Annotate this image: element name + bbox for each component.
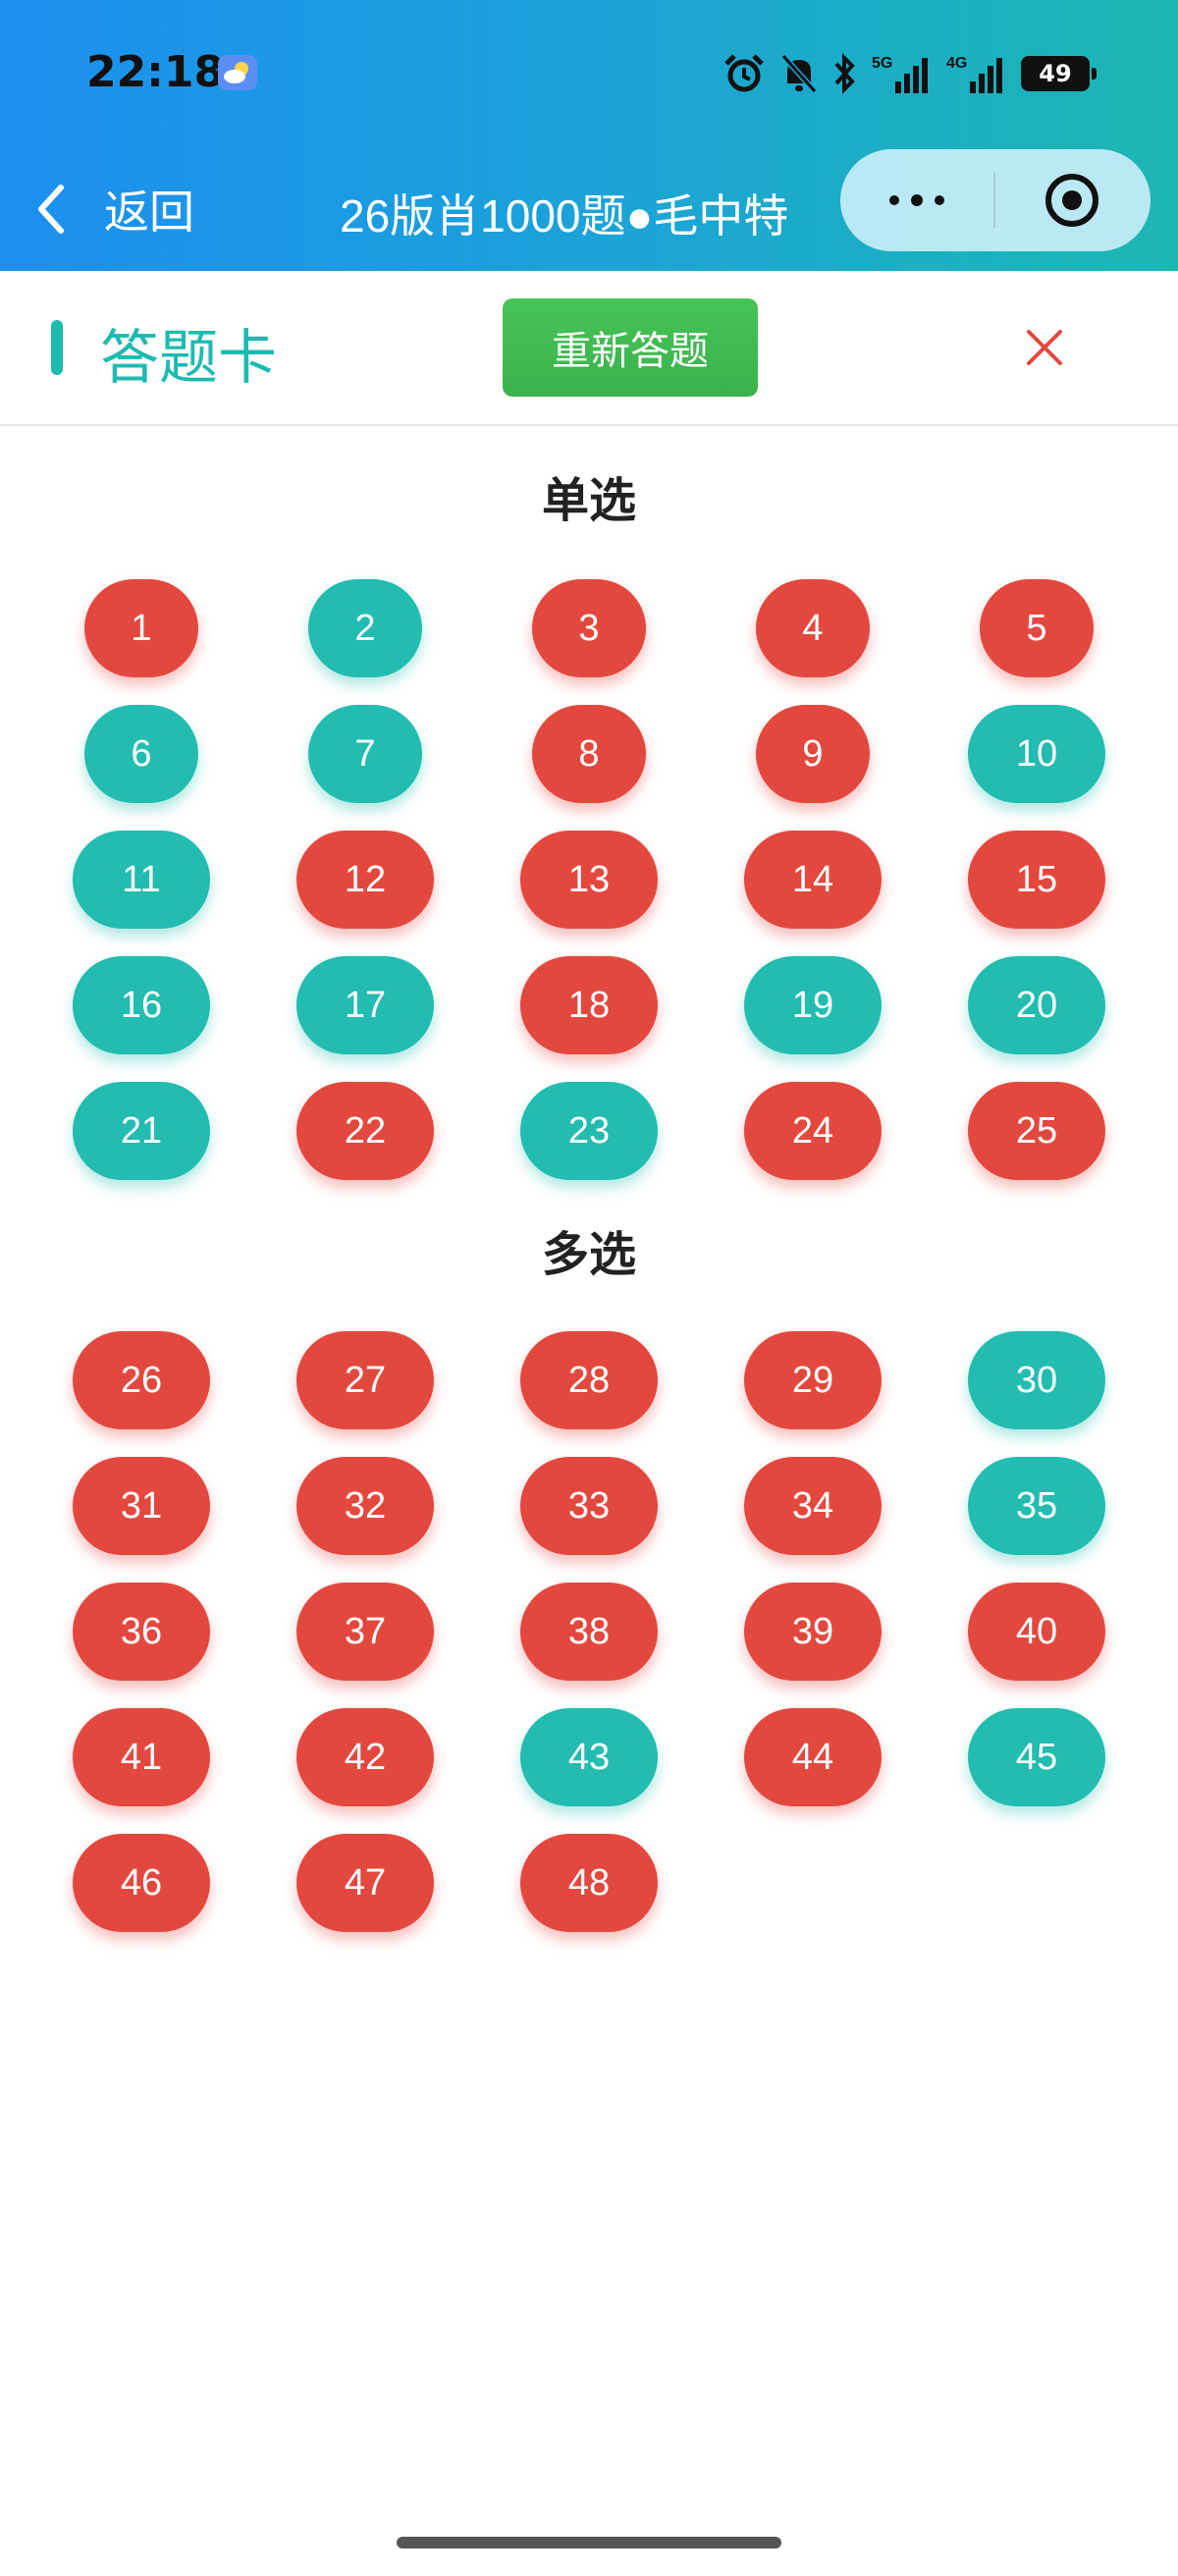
question-button[interactable]: 43 xyxy=(520,1708,658,1806)
close-icon[interactable] xyxy=(1021,324,1068,371)
question-button[interactable]: 5 xyxy=(980,579,1094,677)
question-button[interactable]: 11 xyxy=(73,831,210,929)
question-button[interactable]: 16 xyxy=(73,956,210,1054)
question-button[interactable]: 37 xyxy=(296,1583,434,1681)
question-button[interactable]: 29 xyxy=(744,1331,882,1429)
question-button[interactable]: 8 xyxy=(532,705,646,803)
signal-4g-icon: 4G xyxy=(946,55,1002,93)
question-button[interactable]: 15 xyxy=(968,831,1105,929)
question-button[interactable]: 3 xyxy=(532,579,646,677)
question-button[interactable]: 19 xyxy=(744,956,882,1054)
question-button[interactable]: 23 xyxy=(520,1082,658,1180)
status-icons: 5G 4G 49 xyxy=(723,49,1097,98)
question-button[interactable]: 46 xyxy=(73,1834,210,1932)
answer-card-header: 答题卡 重新答题 xyxy=(0,271,1178,426)
question-button[interactable]: 12 xyxy=(296,831,434,929)
question-button[interactable]: 26 xyxy=(73,1331,210,1429)
title-accent-bar xyxy=(51,320,63,375)
question-button[interactable]: 1 xyxy=(84,579,198,677)
question-button[interactable]: 40 xyxy=(968,1583,1105,1681)
question-button[interactable]: 14 xyxy=(744,831,882,929)
section-title-single: 单选 xyxy=(541,475,636,527)
mute-bell-icon xyxy=(780,54,818,93)
home-indicator xyxy=(397,2537,781,2549)
question-button[interactable]: 21 xyxy=(73,1082,210,1180)
section-title-multiple: 多选 xyxy=(541,1229,636,1281)
svg-text:5G: 5G xyxy=(872,55,892,72)
question-button[interactable]: 47 xyxy=(296,1834,434,1932)
bluetooth-icon xyxy=(834,53,855,94)
signal-5g-icon: 5G xyxy=(872,55,928,93)
status-bar: 22:18 5G 4G 49 xyxy=(0,0,1178,147)
question-button[interactable]: 45 xyxy=(968,1708,1105,1806)
question-button[interactable]: 27 xyxy=(296,1331,434,1429)
back-label: 返回 xyxy=(104,187,194,238)
back-button[interactable]: 返回 xyxy=(35,175,194,243)
question-button[interactable]: 30 xyxy=(968,1331,1105,1429)
question-button[interactable]: 39 xyxy=(744,1583,882,1681)
mini-program-capsule xyxy=(840,149,1151,251)
question-button[interactable]: 32 xyxy=(296,1457,434,1555)
target-circle-icon xyxy=(1045,174,1098,227)
more-button[interactable] xyxy=(840,149,993,251)
status-time: 22:18 xyxy=(86,47,225,97)
close-mini-program-button[interactable] xyxy=(995,149,1149,251)
weather-icon xyxy=(218,55,257,90)
question-button[interactable]: 9 xyxy=(756,705,870,803)
page-title: 26版肖1000题●毛中特 xyxy=(340,190,789,242)
question-button[interactable]: 48 xyxy=(520,1834,658,1932)
question-button[interactable]: 10 xyxy=(968,705,1105,803)
question-button[interactable]: 34 xyxy=(744,1457,882,1555)
question-button[interactable]: 4 xyxy=(756,579,870,677)
question-button[interactable]: 24 xyxy=(744,1082,882,1180)
question-button[interactable]: 6 xyxy=(84,705,198,803)
question-button[interactable]: 25 xyxy=(968,1082,1105,1180)
restart-button[interactable]: 重新答题 xyxy=(503,298,758,397)
question-button[interactable]: 44 xyxy=(744,1708,882,1806)
svg-text:4G: 4G xyxy=(946,55,967,72)
battery-indicator: 49 xyxy=(1021,56,1097,91)
question-button[interactable]: 2 xyxy=(308,579,422,677)
question-button[interactable]: 31 xyxy=(73,1457,210,1555)
app-header: 22:18 5G 4G 49 返回 26版肖1000题●毛中特 xyxy=(0,0,1178,271)
alarm-icon xyxy=(724,54,764,92)
chevron-left-icon xyxy=(38,185,64,234)
question-button[interactable]: 7 xyxy=(308,705,422,803)
question-button[interactable]: 22 xyxy=(296,1082,434,1180)
more-dots-icon xyxy=(889,195,899,205)
nav-bar: 返回 26版肖1000题●毛中特 xyxy=(0,147,1178,271)
question-button[interactable]: 41 xyxy=(73,1708,210,1806)
question-button[interactable]: 20 xyxy=(968,956,1105,1054)
question-button[interactable]: 42 xyxy=(296,1708,434,1806)
question-button[interactable]: 13 xyxy=(520,831,658,929)
question-button[interactable]: 35 xyxy=(968,1457,1105,1555)
question-button[interactable]: 17 xyxy=(296,956,434,1054)
question-button[interactable]: 18 xyxy=(520,956,658,1054)
question-button[interactable]: 38 xyxy=(520,1583,658,1681)
question-button[interactable]: 36 xyxy=(73,1583,210,1681)
question-button[interactable]: 28 xyxy=(520,1331,658,1429)
answer-card-title: 答题卡 xyxy=(100,325,277,391)
question-button[interactable]: 33 xyxy=(520,1457,658,1555)
